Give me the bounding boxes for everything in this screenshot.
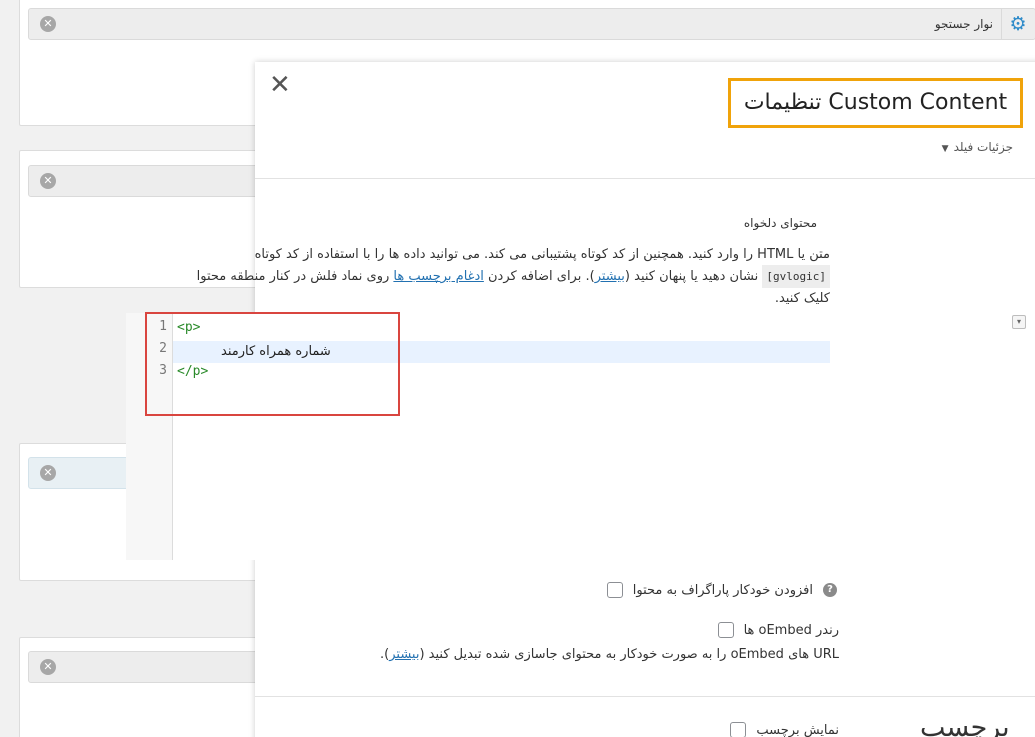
auto-paragraph-checkbox[interactable] — [606, 582, 623, 598]
gear-separator — [1001, 9, 1002, 39]
desc-line-2c: روی نماد فلش در کنار منطقه محتوا — [196, 269, 394, 284]
header-divider — [255, 178, 1035, 179]
label-section-heading: برچسب — [920, 712, 1010, 737]
oembed-row[interactable]: رندر oEmbed ها — [717, 622, 839, 638]
field-details-label: جزئیات فیلد — [953, 140, 1013, 154]
modal-title: Custom Content تنظیمات — [728, 78, 1023, 128]
show-label-checkbox[interactable] — [730, 722, 747, 737]
remove-field-icon[interactable]: ✕ — [40, 16, 56, 32]
line-number: 3 — [159, 363, 167, 378]
field-bar-search[interactable]: ✕ نوار جستجو ⚙ — [28, 8, 1035, 40]
code-line-1[interactable]: <p> — [177, 317, 200, 339]
desc-line-1: متن یا HTML را وارد کنید. همچنین از کد ک… — [254, 247, 830, 262]
field-title: نوار جستجو — [934, 17, 993, 31]
line-number: 1 — [159, 319, 167, 334]
field-details-toggle[interactable]: جزئیات فیلد ▼ — [942, 140, 1013, 154]
desc-line-2a: نشان دهید یا پنهان کنید ( — [624, 269, 759, 284]
remove-field-icon[interactable]: ✕ — [40, 173, 56, 189]
caret-down-icon: ▼ — [941, 144, 949, 154]
gvlogic-code: [gvlogic] — [762, 265, 830, 288]
show-label-label: نمایش برچسب — [756, 722, 839, 737]
gear-icon[interactable]: ⚙ — [1007, 13, 1029, 35]
field-description: متن یا HTML را وارد کنید. همچنین از کد ک… — [165, 244, 830, 309]
merge-tags-dropdown-icon[interactable]: ▾ — [1012, 315, 1026, 329]
more-link[interactable]: بیشتر — [595, 269, 625, 284]
remove-field-icon[interactable]: ✕ — [40, 659, 56, 675]
close-icon[interactable]: ✕ — [269, 72, 291, 98]
oembed-description: URL های oEmbed را به صورت خودکار به محتو… — [380, 647, 839, 662]
line-number-gutter: 1 2 3 — [126, 313, 173, 560]
bottom-divider — [255, 696, 1035, 697]
code-line-2[interactable]: شماره همراه کارمند — [221, 341, 331, 363]
desc-line-3: کلیک کنید. — [774, 291, 830, 306]
auto-paragraph-label: افزودن خودکار پاراگراف به محتوا — [632, 582, 813, 598]
show-label-row[interactable]: نمایش برچسب — [730, 722, 839, 737]
oembed-desc-a: URL های oEmbed را به صورت خودکار به محتو… — [419, 647, 839, 662]
oembed-checkbox[interactable] — [717, 622, 734, 638]
auto-paragraph-row[interactable]: افزودن خودکار پاراگراف به محتوا ? — [606, 582, 839, 598]
merge-tags-link[interactable]: ادغام برچسب ها — [393, 269, 483, 284]
code-line-3[interactable]: </p> — [177, 361, 208, 383]
custom-content-label: محتوای دلخواه — [743, 216, 817, 230]
remove-field-icon[interactable]: ✕ — [40, 465, 56, 481]
line-number: 2 — [159, 341, 167, 356]
desc-line-2b: ). برای اضافه کردن — [483, 269, 595, 284]
oembed-desc-b: ). — [380, 647, 390, 662]
help-icon[interactable]: ? — [823, 583, 837, 597]
code-editor[interactable]: 1 2 3 <p> شماره همراه کارمند </p> — [126, 313, 830, 560]
oembed-label: رندر oEmbed ها — [743, 622, 839, 638]
oembed-more-link[interactable]: بیشتر — [389, 647, 419, 662]
